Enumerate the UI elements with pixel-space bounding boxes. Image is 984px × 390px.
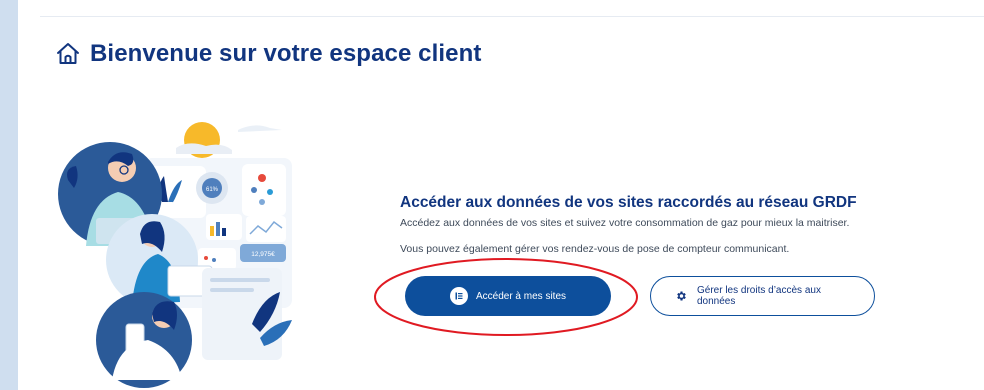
gauge-label: 61% <box>206 187 219 193</box>
home-icon[interactable] <box>54 40 82 68</box>
gear-icon <box>677 291 686 301</box>
list-icon <box>449 287 468 305</box>
section-description-2: Vous pouvez également gérer vos rendez-v… <box>400 243 790 255</box>
manage-access-rights-label: Gérer les droits d’accès aux données <box>697 285 821 307</box>
content-section: Accéder aux données de vos sites raccord… <box>400 194 960 255</box>
amount-label: 12,975€ <box>251 251 275 258</box>
hero-illustration: 61% 12,975€ <box>58 122 292 388</box>
manage-access-rights-button[interactable]: Gérer les droits d’accès aux données <box>650 276 875 316</box>
page-title: Bienvenue sur votre espace client <box>54 40 481 68</box>
section-description: Accédez aux données de vos sites et suiv… <box>400 217 850 229</box>
access-sites-label: Accéder à mes sites <box>475 290 567 302</box>
top-divider <box>40 16 984 17</box>
section-title: Accéder aux données de vos sites raccord… <box>400 194 857 211</box>
access-sites-button[interactable]: Accéder à mes sites <box>405 276 611 316</box>
page-title-text: Bienvenue sur votre espace client <box>90 40 482 67</box>
